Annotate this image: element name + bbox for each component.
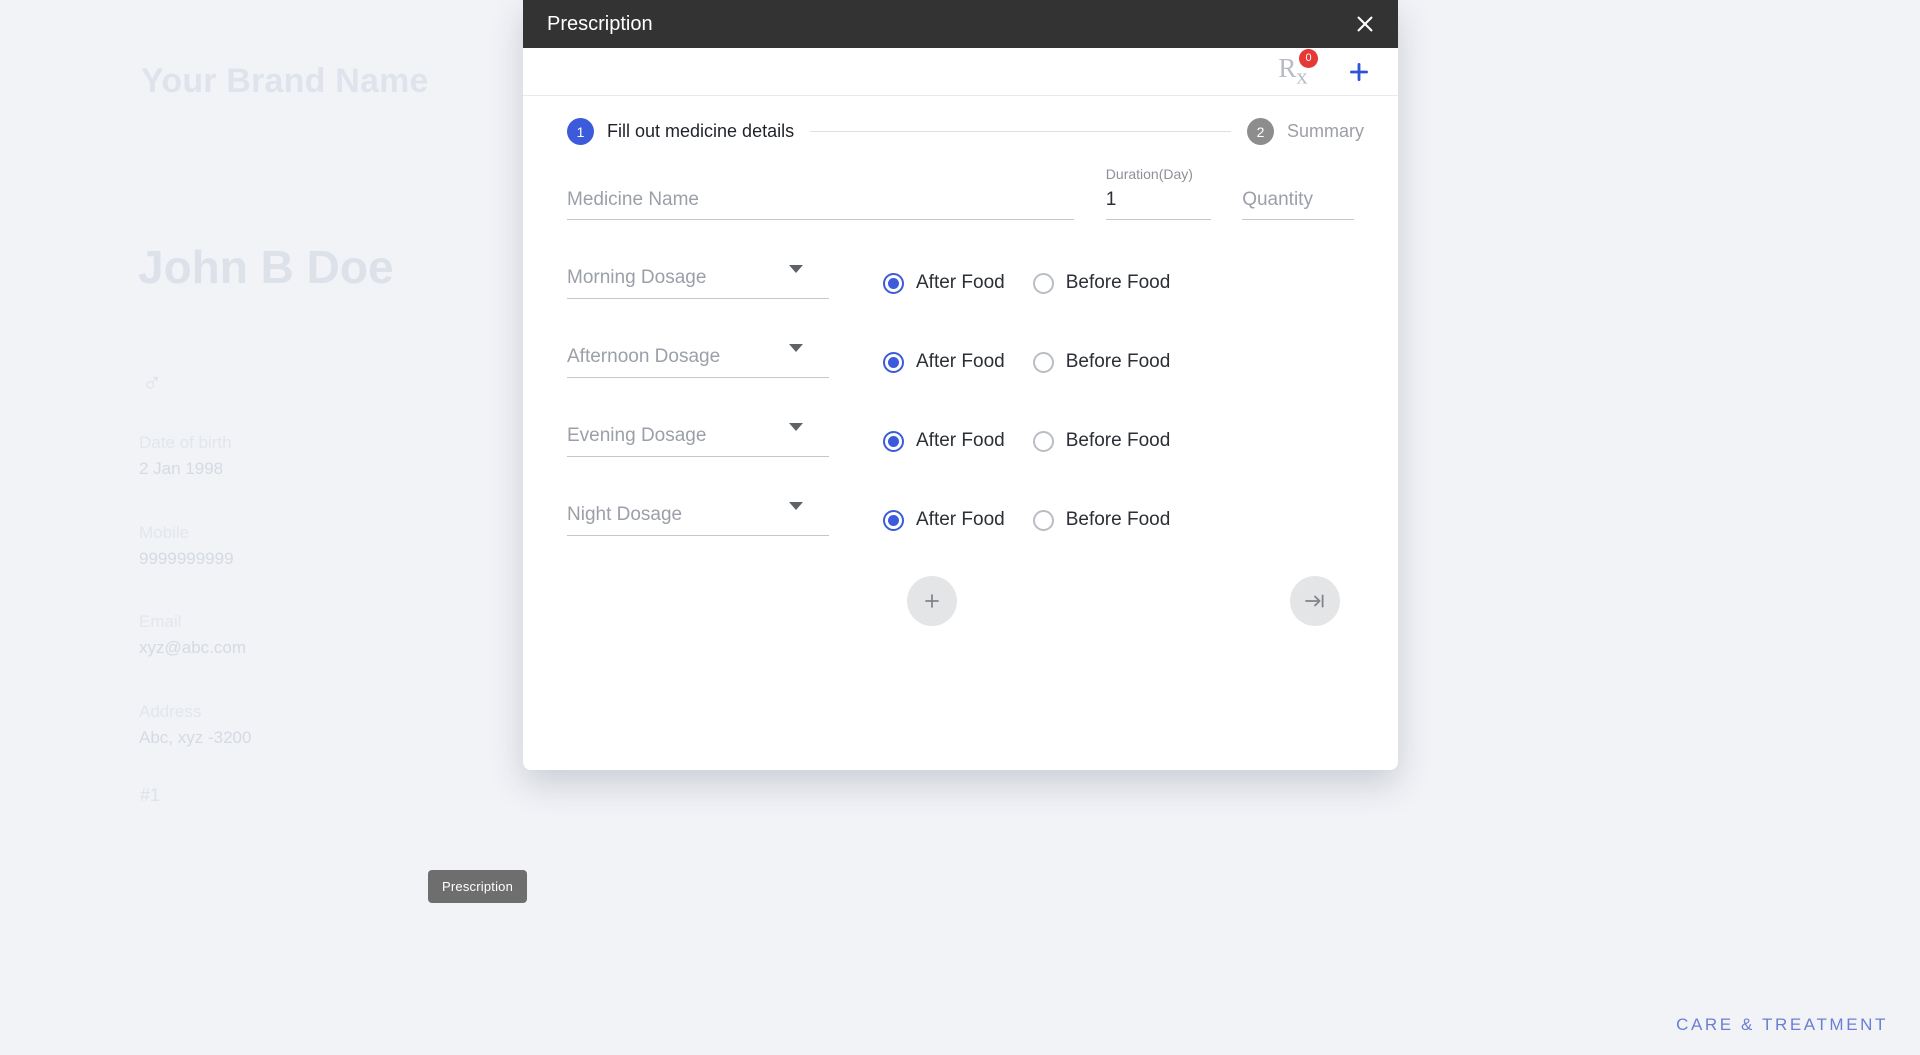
radio-indicator <box>883 430 904 452</box>
chevron-down-icon <box>789 502 803 510</box>
radio-label: Before Food <box>1065 351 1171 372</box>
close-icon[interactable] <box>1346 5 1384 43</box>
medicine-top-row: Medicine Name Duration(Day) 1 Quantity <box>567 166 1354 220</box>
afternoon-dosage-select[interactable]: Afternoon Dosage <box>567 344 829 378</box>
morning-dosage-placeholder: Morning Dosage <box>567 267 707 288</box>
evening-food-radios: After Food Before Food <box>883 430 1170 452</box>
radio-indicator <box>1032 509 1054 531</box>
radio-indicator <box>883 351 904 373</box>
radio-label: Before Food <box>1065 272 1171 293</box>
radio-label: Before Food <box>1065 430 1171 451</box>
step-number: 2 <box>1246 118 1274 145</box>
field-label: Address <box>139 702 202 721</box>
medicine-name-placeholder: Medicine Name <box>567 189 699 210</box>
dialog-title: Prescription <box>547 12 653 35</box>
stepper-step-1[interactable]: 1 Fill out medicine details <box>567 118 794 145</box>
dialog-toolbar: Rx 0 <box>523 48 1398 96</box>
dialog-actions <box>523 576 1398 626</box>
dose-row-morning: Morning Dosage After Food Before Food <box>567 265 1354 299</box>
field-date-of-birth: Date of birth 2 Jan 1998 <box>139 430 469 481</box>
night-dosage-placeholder: Night Dosage <box>567 504 683 525</box>
record-index-marker: #1 <box>140 785 161 805</box>
field-label: Mobile <box>139 523 190 542</box>
night-dosage-select[interactable]: Night Dosage <box>567 502 829 536</box>
step-label: Summary <box>1286 121 1364 141</box>
radio-indicator <box>1032 272 1054 294</box>
dialog-header: Prescription <box>523 0 1398 48</box>
add-medicine-button[interactable] <box>907 576 957 626</box>
quantity-placeholder: Quantity <box>1242 189 1313 210</box>
evening-before-food-radio[interactable]: Before Food <box>1032 430 1171 452</box>
duration-label: Duration(Day) <box>1105 166 1193 182</box>
duration-value: 1 <box>1105 189 1117 210</box>
radio-label: After Food <box>916 430 1005 451</box>
radio-indicator <box>1032 351 1054 373</box>
step-label: Fill out medicine details <box>607 121 795 141</box>
brand-name: Your Brand Name <box>141 62 429 100</box>
stepper-step-2[interactable]: 2 Summary <box>1246 118 1364 145</box>
field-label: Email <box>139 612 182 631</box>
rx-badge-count: 0 <box>1299 48 1318 68</box>
radio-indicator <box>883 272 904 294</box>
footer-branding: CARE & TREATMENT <box>1676 1015 1888 1034</box>
bottom-toolbar <box>0 923 1920 1055</box>
patient-name: John B Doe <box>138 241 394 293</box>
duration-input[interactable]: Duration(Day) 1 <box>1105 166 1212 220</box>
step-number: 1 <box>567 118 594 145</box>
radio-indicator <box>1032 430 1054 452</box>
stepper-connector <box>810 131 1231 132</box>
rx-count-icon[interactable]: Rx 0 <box>1276 48 1318 89</box>
gender-male-icon: ♂ <box>142 368 163 398</box>
app-root: Your Brand Name John B Doe ♂ Date of bir… <box>0 0 1920 1055</box>
chevron-down-icon <box>789 344 803 352</box>
medicine-form: Medicine Name Duration(Day) 1 Quantity M… <box>523 145 1398 536</box>
chevron-down-icon <box>789 423 803 431</box>
field-value: Abc, xyz -3200 <box>139 727 252 747</box>
field-label: Date of birth <box>139 433 232 452</box>
afternoon-food-radios: After Food Before Food <box>883 351 1170 373</box>
radio-label: After Food <box>916 351 1005 372</box>
night-food-radios: After Food Before Food <box>883 509 1170 531</box>
dose-row-afternoon: Afternoon Dosage After Food Before Food <box>567 344 1354 378</box>
field-value: 9999999999 <box>139 548 234 568</box>
field-address: Address Abc, xyz -3200 <box>139 699 469 750</box>
evening-dosage-placeholder: Evening Dosage <box>567 425 707 446</box>
radio-label: After Food <box>916 272 1005 293</box>
prescription-dialog: Prescription Rx 0 1 Fill out medicine de… <box>523 0 1398 770</box>
morning-food-radios: After Food Before Food <box>883 272 1170 294</box>
field-email: Email xyz@abc.com <box>139 609 469 660</box>
afternoon-after-food-radio[interactable]: After Food <box>883 351 1005 373</box>
tooltip-prescription: Prescription <box>428 870 528 903</box>
dose-row-night: Night Dosage After Food Before Food <box>567 502 1354 536</box>
quantity-input[interactable]: Quantity <box>1242 189 1354 220</box>
night-before-food-radio[interactable]: Before Food <box>1032 509 1171 531</box>
evening-dosage-select[interactable]: Evening Dosage <box>567 423 829 457</box>
morning-after-food-radio[interactable]: After Food <box>883 272 1005 294</box>
radio-indicator <box>883 509 904 531</box>
morning-dosage-select[interactable]: Morning Dosage <box>567 265 829 299</box>
radio-label: Before Food <box>1065 509 1171 530</box>
radio-label: After Food <box>916 509 1005 530</box>
next-step-button[interactable] <box>1290 576 1340 626</box>
evening-after-food-radio[interactable]: After Food <box>883 430 1005 452</box>
field-mobile: Mobile 9999999999 <box>139 520 469 571</box>
dialog-stepper: 1 Fill out medicine details 2 Summary <box>523 96 1398 145</box>
add-prescription-icon[interactable] <box>1346 59 1372 85</box>
field-value: xyz@abc.com <box>139 637 247 657</box>
dose-row-evening: Evening Dosage After Food Before Food <box>567 423 1354 457</box>
chevron-down-icon <box>789 265 803 273</box>
afternoon-dosage-placeholder: Afternoon Dosage <box>567 346 721 367</box>
medicine-name-input[interactable]: Medicine Name <box>567 189 1074 220</box>
afternoon-before-food-radio[interactable]: Before Food <box>1032 351 1171 373</box>
morning-before-food-radio[interactable]: Before Food <box>1032 272 1171 294</box>
night-after-food-radio[interactable]: After Food <box>883 509 1005 531</box>
field-value: 2 Jan 1998 <box>139 458 224 478</box>
